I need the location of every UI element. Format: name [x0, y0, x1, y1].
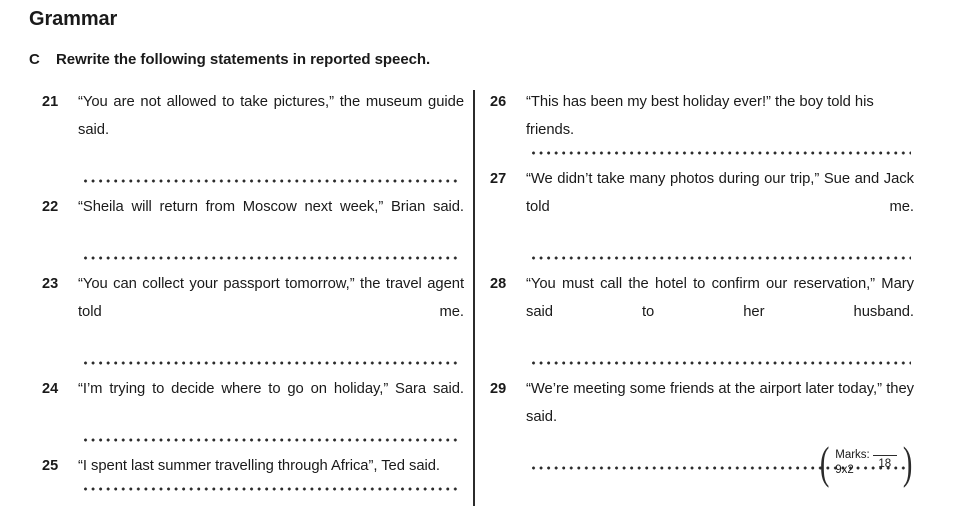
marks-open-paren: (	[819, 437, 830, 488]
answer-line[interactable]	[532, 249, 911, 267]
column-divider	[473, 90, 475, 506]
question-item: 25 “I spent last summer travelling throu…	[36, 452, 464, 498]
question-number: 26	[490, 94, 507, 110]
question-column-right: 26 “This has been my best holiday ever!”…	[484, 88, 914, 480]
question-item: 24 “I’m trying to decide where to go on …	[36, 375, 464, 449]
answer-line[interactable]	[84, 480, 460, 498]
question-item: 23 “You can collect your passport tomorr…	[36, 270, 464, 372]
question-item: 26 “This has been my best holiday ever!”…	[484, 88, 914, 162]
question-text: “We didn’t take many photos during our t…	[526, 171, 914, 215]
answer-line[interactable]	[84, 354, 460, 372]
marks-close-paren: )	[902, 437, 913, 488]
page-title: Grammar	[29, 8, 118, 30]
marks-label: Marks:	[835, 449, 870, 461]
marks-labels: Marks: 9x2	[835, 448, 870, 478]
question-item: 28 “You must call the hotel to confirm o…	[484, 270, 914, 372]
marks-content: Marks: 9x2 18	[832, 448, 900, 478]
question-text: “I spent last summer travelling through …	[78, 458, 440, 474]
answer-line[interactable]	[84, 172, 460, 190]
question-number: 21	[42, 94, 59, 110]
worksheet-page: Grammar C Rewrite the following statemen…	[0, 0, 958, 514]
question-item: 27 “We didn’t take many photos during ou…	[484, 165, 914, 267]
answer-line[interactable]	[84, 249, 460, 267]
question-number: 23	[42, 276, 59, 292]
question-number: 29	[490, 381, 507, 397]
instruction-letter: C	[29, 51, 40, 68]
question-number: 28	[490, 276, 507, 292]
question-text: “You are not allowed to take pictures,” …	[78, 94, 464, 138]
marks-weighting: 9x2	[835, 464, 854, 476]
marks-total: 18	[878, 458, 892, 471]
marks-score-blank[interactable]	[872, 455, 897, 457]
answer-line[interactable]	[532, 354, 911, 372]
instruction-row: C Rewrite the following statements in re…	[29, 51, 430, 68]
answer-line[interactable]	[84, 431, 460, 449]
question-number: 24	[42, 381, 59, 397]
question-number: 22	[42, 199, 59, 215]
instruction-text: Rewrite the following statements in repo…	[56, 51, 431, 68]
marks-box: ( Marks: 9x2 18 )	[806, 434, 926, 492]
answer-line[interactable]	[532, 144, 911, 162]
question-text: “I’m trying to decide where to go on hol…	[78, 381, 464, 397]
question-text: “You must call the hotel to confirm our …	[526, 276, 914, 320]
question-item: 22 “Sheila will return from Moscow next …	[36, 193, 464, 267]
question-text: “Sheila will return from Moscow next wee…	[78, 199, 464, 215]
question-text: “This has been my best holiday ever!” th…	[526, 94, 874, 138]
question-number: 25	[42, 458, 59, 474]
question-number: 27	[490, 171, 507, 187]
question-text: “You can collect your passport tomorrow,…	[78, 276, 464, 320]
question-item: 21 “You are not allowed to take pictures…	[36, 88, 464, 190]
marks-fraction: 18	[872, 455, 897, 471]
question-column-left: 21 “You are not allowed to take pictures…	[36, 88, 464, 501]
